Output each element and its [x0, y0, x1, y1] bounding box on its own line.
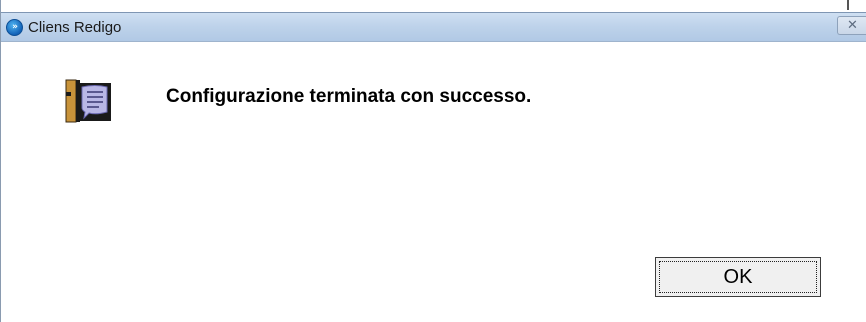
dialog-message: Configurazione terminata con successo. — [166, 86, 532, 107]
window-title: Cliens Redigo — [28, 19, 122, 36]
app-icon: » — [6, 19, 23, 36]
info-speech-icon — [65, 79, 111, 123]
title-bar[interactable]: » Cliens Redigo ✕ — [1, 12, 866, 42]
desktop-background-strip — [1, 0, 866, 12]
background-mark — [847, 0, 849, 10]
dialog-window: » Cliens Redigo ✕ Configurazione termina… — [0, 0, 866, 322]
ok-button-label: OK — [659, 261, 817, 293]
ok-button[interactable]: OK — [655, 257, 821, 297]
close-button[interactable]: ✕ — [837, 16, 866, 35]
